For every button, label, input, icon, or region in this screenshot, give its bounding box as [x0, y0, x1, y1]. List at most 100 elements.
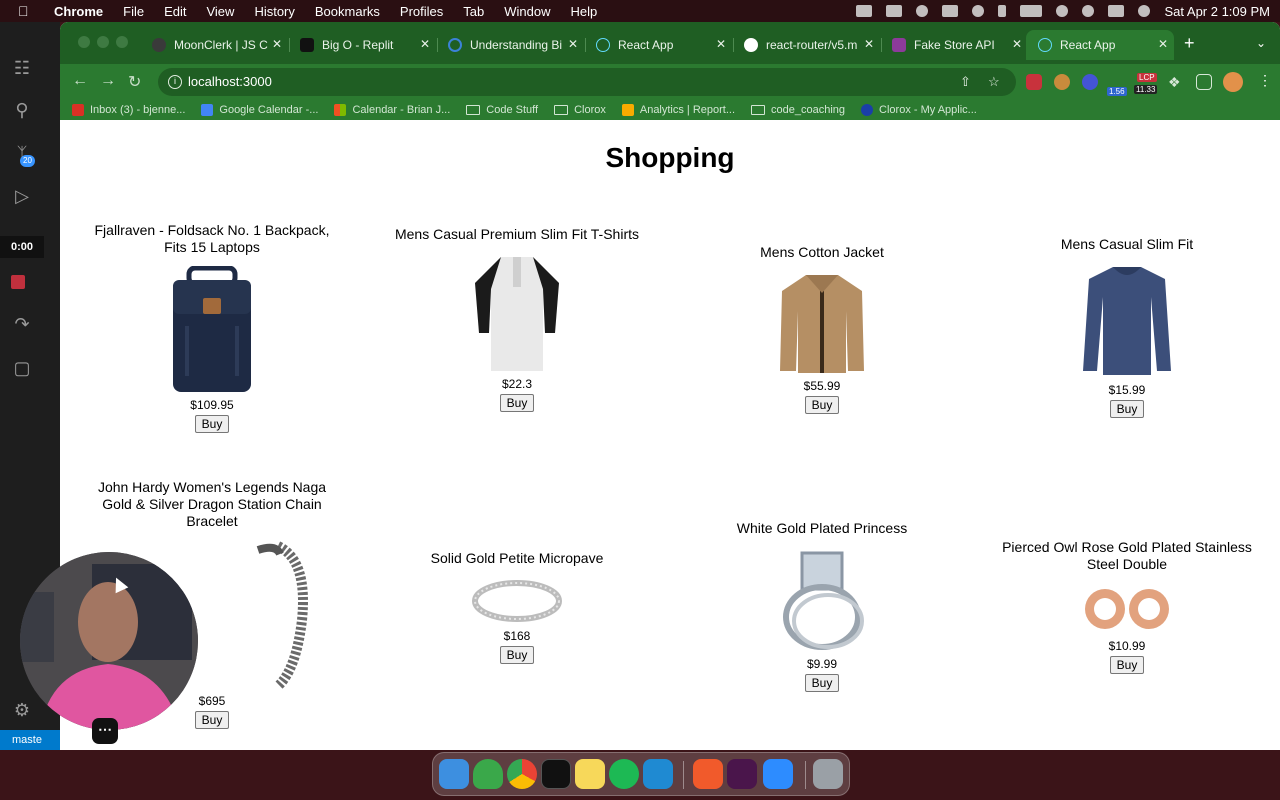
stop-recording-icon[interactable] — [11, 275, 25, 289]
bookmark-star-icon[interactable]: ☆ — [988, 68, 1000, 96]
close-icon[interactable]: ✕ — [272, 37, 282, 51]
menu-window[interactable]: Window — [504, 4, 550, 19]
chrome-icon[interactable] — [507, 759, 537, 789]
apple-menu-icon[interactable]:  — [18, 3, 34, 19]
control-center-icon[interactable] — [1108, 5, 1125, 17]
buy-button[interactable]: Buy — [1109, 400, 1145, 418]
menu-edit[interactable]: Edit — [164, 4, 186, 19]
menu-view[interactable]: View — [206, 4, 234, 19]
gear-icon[interactable] — [916, 5, 929, 17]
bookmark-calendar-brian[interactable]: Calendar - Brian J... — [334, 104, 450, 116]
close-icon[interactable]: ✕ — [1012, 37, 1022, 51]
run-debug-icon[interactable]: ▷ — [10, 184, 34, 208]
tab-react-app-active[interactable]: React App ✕ — [1026, 30, 1174, 60]
product-price: $55.99 — [803, 379, 841, 393]
siri-icon[interactable] — [1138, 5, 1151, 17]
dropbox-icon[interactable] — [886, 5, 903, 17]
explorer-icon[interactable]: ☷ — [10, 56, 34, 80]
extension-red-icon[interactable] — [1026, 74, 1042, 90]
remote-icon[interactable]: ↷ — [10, 312, 34, 336]
bookmark-clorox[interactable]: Clorox — [554, 104, 606, 116]
site-info-icon[interactable]: i — [168, 75, 182, 89]
window-zoom-button[interactable] — [116, 36, 128, 48]
window-minimize-button[interactable] — [97, 36, 109, 48]
bookmark-inbox[interactable]: Inbox (3) - bjenne... — [72, 104, 185, 116]
bookmark-code-stuff[interactable]: Code Stuff — [466, 104, 538, 116]
battery-icon[interactable] — [1020, 5, 1043, 17]
buy-button[interactable]: Buy — [499, 646, 535, 664]
zoom-icon[interactable] — [763, 759, 793, 789]
webcam-bubble[interactable] — [20, 552, 198, 730]
buy-button[interactable]: Buy — [1109, 656, 1145, 674]
spotify-icon[interactable] — [609, 759, 639, 789]
camera-icon[interactable] — [856, 5, 873, 17]
notes-icon[interactable] — [575, 759, 605, 789]
vscode-icon[interactable] — [643, 759, 673, 789]
reload-icon[interactable]: ↻ — [128, 72, 141, 92]
sidebar-icon[interactable] — [1196, 74, 1212, 90]
extensions-icon[interactable]: ▢ — [10, 356, 34, 380]
more-menu-icon[interactable]: ⋮ — [1258, 72, 1272, 89]
slack-icon[interactable] — [727, 759, 757, 789]
menu-file[interactable]: File — [123, 4, 144, 19]
menu-tab[interactable]: Tab — [463, 4, 484, 19]
terminal-icon[interactable] — [541, 759, 571, 789]
spotlight-icon[interactable] — [1082, 5, 1095, 17]
bookmark-analytics[interactable]: Analytics | Report... — [621, 104, 735, 116]
bookmark-clorox-app[interactable]: Clorox - My Applic... — [861, 104, 977, 116]
tab-search-chevron-icon[interactable]: ⌄ — [1256, 36, 1266, 50]
share-icon[interactable]: ⇧ — [960, 68, 971, 96]
buy-button[interactable]: Buy — [194, 711, 230, 729]
trash-icon[interactable] — [813, 759, 843, 789]
close-icon[interactable]: ✕ — [716, 37, 726, 51]
close-icon[interactable]: ✕ — [864, 37, 874, 51]
menu-profiles[interactable]: Profiles — [400, 4, 443, 19]
search-icon[interactable]: ⚲ — [10, 98, 34, 122]
close-icon[interactable]: ✕ — [420, 37, 430, 51]
screen-icon[interactable] — [942, 5, 959, 17]
buy-button[interactable]: Buy — [499, 394, 535, 412]
buy-button[interactable]: Buy — [194, 415, 230, 433]
tab-replit[interactable]: Big O - Replit ✕ — [288, 30, 436, 60]
extension-blue-icon[interactable] — [1082, 74, 1098, 90]
product-title: Fjallraven - Foldsack No. 1 Backpack, Fi… — [94, 222, 330, 255]
tab-understanding[interactable]: Understanding Bi ✕ — [436, 30, 584, 60]
profile-avatar[interactable] — [1223, 72, 1243, 92]
menu-history[interactable]: History — [254, 4, 294, 19]
puzzle-extensions-icon[interactable]: ❖ — [1168, 74, 1184, 90]
buy-button[interactable]: Buy — [804, 396, 840, 414]
tab-fake-store-api[interactable]: Fake Store API ✕ — [880, 30, 1028, 60]
close-icon[interactable]: ✕ — [1158, 37, 1168, 51]
back-arrow-icon[interactable]: ← — [72, 72, 88, 90]
menu-bookmarks[interactable]: Bookmarks — [315, 4, 380, 19]
menu-help[interactable]: Help — [571, 4, 598, 19]
menu-app-name[interactable]: Chrome — [54, 4, 103, 19]
sketch-pen-icon[interactable] — [693, 759, 723, 789]
address-bar[interactable]: i localhost:3000 ⇧ ☆ — [158, 68, 1016, 96]
tab-react-router[interactable]: react-router/v5.m ✕ — [732, 30, 880, 60]
bookmark-label: Code Stuff — [486, 104, 539, 116]
window-close-button[interactable] — [78, 36, 90, 48]
new-tab-plus-icon[interactable]: + — [1184, 34, 1195, 52]
folder-icon — [466, 105, 481, 115]
tab-react-app[interactable]: React App ✕ — [584, 30, 732, 60]
bookmark-google-calendar[interactable]: Google Calendar -... — [201, 104, 318, 116]
tshirt-image — [475, 257, 559, 371]
cookie-extension-icon[interactable] — [1054, 74, 1070, 90]
bluetooth-icon[interactable] — [998, 5, 1007, 17]
recording-timer: 0:00 — [0, 236, 44, 258]
bookmark-code-coaching[interactable]: code_coaching — [751, 104, 845, 116]
product-title: Mens Casual Premium Slim Fit T-Shirts — [394, 226, 639, 242]
wifi-icon[interactable] — [1056, 5, 1069, 17]
close-icon[interactable]: ✕ — [568, 37, 578, 51]
tab-moonclerk[interactable]: MoonClerk | JS C ✕ — [140, 30, 288, 60]
finder-icon[interactable] — [439, 759, 469, 789]
branch-status[interactable]: maste — [0, 730, 60, 750]
menu-clock[interactable]: Sat Apr 2 1:09 PM — [1164, 4, 1270, 19]
settings-gear-icon[interactable]: ⚙ — [10, 698, 34, 722]
gitkraken-icon[interactable] — [473, 759, 503, 789]
buy-button[interactable]: Buy — [804, 674, 840, 692]
webcam-options-icon[interactable]: ⋯ — [92, 718, 118, 744]
play-icon[interactable] — [972, 5, 985, 17]
forward-arrow-icon[interactable]: → — [100, 72, 116, 90]
